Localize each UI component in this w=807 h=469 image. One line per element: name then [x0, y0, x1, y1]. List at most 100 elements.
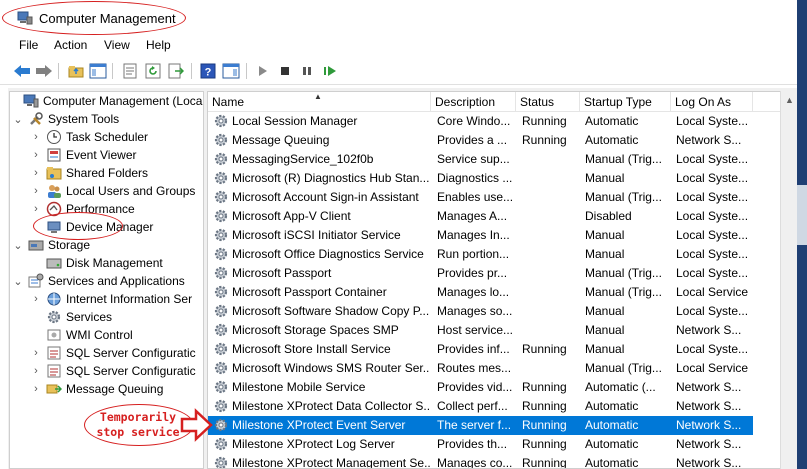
table-row[interactable]: Microsoft App-V Client Manages A... Disabl… [208, 207, 753, 226]
table-row[interactable]: Local Session Manager Core Windo... Runnin… [208, 112, 753, 131]
chevron-down-icon[interactable]: ⌄ [13, 113, 23, 126]
cell-name: Milestone Mobile Service [232, 380, 366, 394]
tree-item-computer-management[interactable]: Computer Management (Local [23, 92, 203, 110]
show-action-pane-icon[interactable] [222, 62, 240, 80]
service-gear-icon [214, 285, 228, 299]
cell-description: Core Windo... [437, 114, 511, 128]
vertical-scrollbar[interactable]: ▲ [780, 91, 797, 469]
scroll-up-icon[interactable]: ▲ [785, 95, 794, 105]
column-header-startup-type[interactable]: Startup Type [580, 92, 671, 112]
chevron-right-icon[interactable]: › [31, 167, 41, 179]
list-header: Name Description Status Startup Type Log… [208, 92, 796, 112]
cell-log-on-as: Local Syste... [676, 228, 749, 242]
stop-service-icon[interactable] [276, 62, 294, 80]
cell-name: MessagingService_102f0b [232, 152, 374, 166]
table-row[interactable]: Milestone Mobile Service Provides vid... R… [208, 378, 753, 397]
chevron-right-icon[interactable]: › [31, 185, 41, 197]
column-header-log-on-as[interactable]: Log On As [671, 92, 753, 112]
cell-status: Running [522, 133, 567, 147]
tree-item-message-queuing[interactable]: › Message Queuing [31, 380, 163, 398]
tree-item-iis[interactable]: › Internet Information Ser [31, 290, 192, 308]
cell-log-on-as: Local Syste... [676, 190, 749, 204]
chevron-right-icon[interactable]: › [31, 293, 41, 305]
highlight-oval-title [2, 1, 186, 35]
chevron-down-icon[interactable]: ⌄ [13, 239, 23, 252]
tree-item-sql-config-1[interactable]: › SQL Server Configuratic [31, 344, 195, 362]
table-row[interactable]: Microsoft Account Sign-in Assistant Enabl… [208, 188, 753, 207]
tree-item-sql-config-2[interactable]: › SQL Server Configuratic [31, 362, 195, 380]
tree-item-shared-folders[interactable]: › Shared Folders [31, 164, 148, 182]
service-gear-icon [214, 456, 228, 468]
table-row[interactable]: Microsoft Store Install Service Provides … [208, 340, 753, 359]
table-row[interactable]: Microsoft Software Shadow Copy P... Manag… [208, 302, 753, 321]
tree-item-task-scheduler[interactable]: › Task Scheduler [31, 128, 148, 146]
forward-icon[interactable] [35, 62, 53, 80]
chevron-right-icon[interactable]: › [31, 365, 41, 377]
tree-item-wmi-control[interactable]: WMI Control [31, 326, 133, 344]
export-list-icon[interactable] [167, 62, 185, 80]
table-row[interactable]: Microsoft iSCSI Initiator Service Manages… [208, 226, 753, 245]
tree-item-disk-management[interactable]: Disk Management [31, 254, 163, 272]
cell-startup-type: Manual (Trig... [585, 361, 662, 375]
restart-service-icon[interactable] [321, 62, 339, 80]
service-gear-icon [214, 418, 228, 432]
up-folder-icon[interactable] [67, 62, 85, 80]
chevron-right-icon[interactable]: › [31, 149, 41, 161]
menu-bar: File Action View Help [0, 36, 797, 56]
sort-ascending-icon: ▲ [314, 92, 322, 101]
pause-service-icon[interactable] [298, 62, 316, 80]
menu-action[interactable]: Action [54, 38, 87, 52]
cell-startup-type: Automatic [585, 418, 639, 432]
cell-log-on-as: Network S... [676, 437, 742, 451]
menu-file[interactable]: File [19, 38, 38, 52]
tree-label: Storage [48, 238, 91, 252]
help-icon[interactable]: ? [199, 62, 217, 80]
chevron-right-icon[interactable]: › [31, 383, 41, 395]
chevron-down-icon[interactable]: ⌄ [13, 275, 23, 288]
menu-view[interactable]: View [104, 38, 130, 52]
cell-startup-type: Manual (Trig... [585, 190, 662, 204]
tree-item-services-and-applications[interactable]: ⌄ Services and Applications [13, 272, 185, 290]
cell-startup-type: Automatic [585, 114, 639, 128]
service-gear-icon [214, 209, 228, 223]
tree-item-event-viewer[interactable]: › Event Viewer [31, 146, 136, 164]
properties-icon[interactable] [121, 62, 139, 80]
table-row[interactable]: Microsoft Passport Container Manages lo..… [208, 283, 753, 302]
cell-name: Microsoft (R) Diagnostics Hub Stan... [232, 171, 430, 185]
menu-help[interactable]: Help [146, 38, 171, 52]
cell-startup-type: Manual [585, 304, 625, 318]
cell-log-on-as: Local Syste... [676, 171, 749, 185]
wmi-icon [46, 327, 62, 343]
table-row[interactable]: Microsoft Passport Provides pr... Manual (… [208, 264, 753, 283]
table-row[interactable]: Milestone XProtect Management Se... Manag… [208, 454, 753, 469]
chevron-right-icon[interactable]: › [31, 131, 41, 143]
table-row[interactable]: Milestone XProtect Event Server The serve… [208, 416, 753, 435]
back-icon[interactable] [13, 62, 31, 80]
chevron-right-icon[interactable]: › [31, 347, 41, 359]
toolbar: ? [0, 57, 797, 85]
column-header-status[interactable]: Status [516, 92, 580, 112]
table-row[interactable]: Microsoft (R) Diagnostics Hub Stan... Dia… [208, 169, 753, 188]
cell-log-on-as: Local Syste... [676, 152, 749, 166]
table-row[interactable]: Microsoft Windows SMS Router Ser... Route… [208, 359, 753, 378]
cell-log-on-as: Local Service [676, 285, 749, 299]
refresh-icon[interactable] [144, 62, 162, 80]
table-row[interactable]: Milestone XProtect Log Server Provides th… [208, 435, 753, 454]
tree-item-system-tools[interactable]: ⌄ System Tools [13, 110, 119, 128]
cell-startup-type: Automatic [585, 456, 639, 469]
cell-log-on-as: Local Syste... [676, 114, 749, 128]
cell-description: Provides inf... [437, 342, 510, 356]
table-row[interactable]: Microsoft Storage Spaces SMP Host service… [208, 321, 753, 340]
chevron-right-icon[interactable]: › [31, 203, 41, 215]
iis-icon [46, 291, 62, 307]
tree-label: Task Scheduler [66, 130, 149, 144]
table-row[interactable]: MessagingService_102f0b Service sup... Man… [208, 150, 753, 169]
table-row[interactable]: Message Queuing Provides a ... Running Auto… [208, 131, 753, 150]
start-service-icon[interactable] [254, 62, 272, 80]
tree-item-local-users[interactable]: › Local Users and Groups [31, 182, 195, 200]
show-hide-tree-icon[interactable] [89, 62, 107, 80]
table-row[interactable]: Milestone XProtect Data Collector S... Co… [208, 397, 753, 416]
column-header-description[interactable]: Description [431, 92, 516, 112]
tree-item-services[interactable]: Services [31, 308, 112, 326]
table-row[interactable]: Microsoft Office Diagnostics Service Run … [208, 245, 753, 264]
